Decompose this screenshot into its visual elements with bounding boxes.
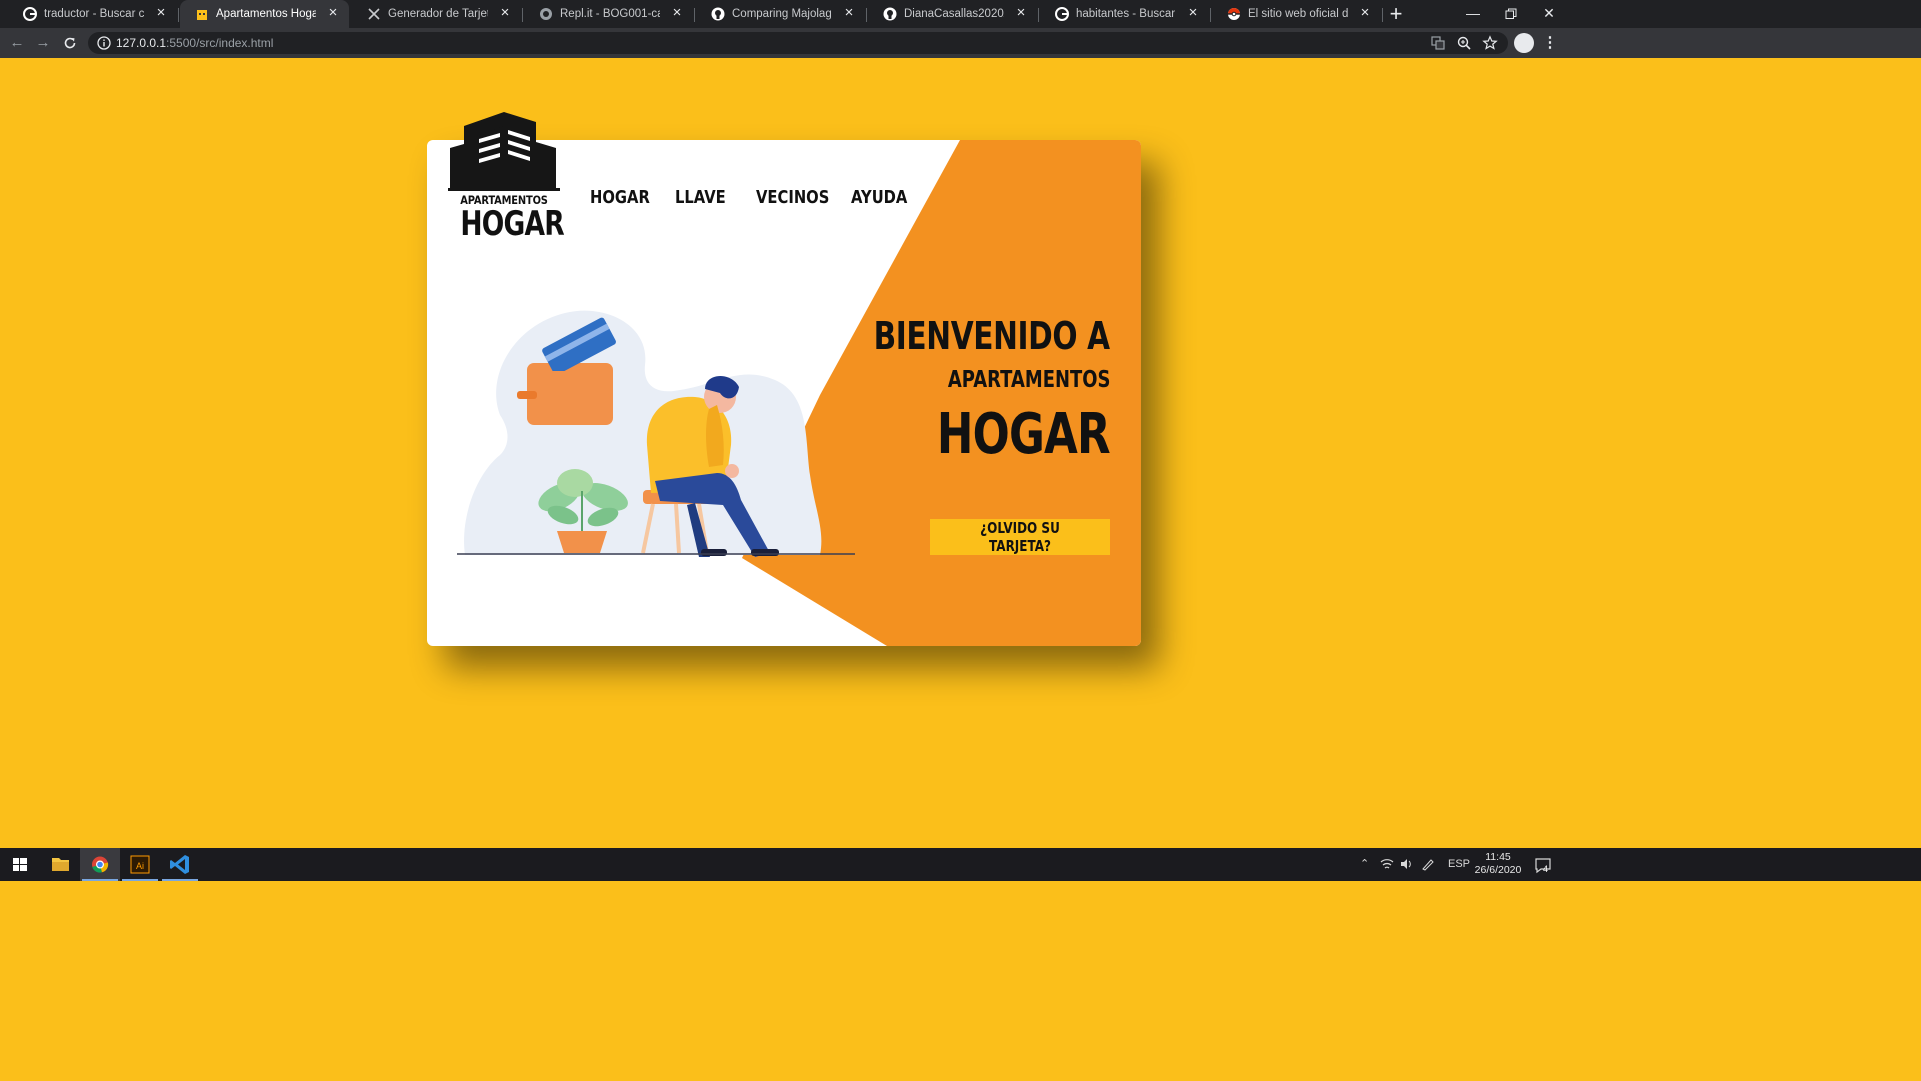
- tab-replit[interactable]: Repl.it - BOG001-card-validation ×: [524, 0, 693, 28]
- chrome-taskbar-icon[interactable]: [80, 848, 120, 881]
- tab-divider: [522, 8, 523, 22]
- tab-close-icon[interactable]: ×: [324, 4, 342, 22]
- forgot-card-label: ¿OLVIDO SU TARJETA?: [980, 519, 1060, 555]
- hero-heading-line2: APARTAMENTOS: [947, 367, 1110, 393]
- pokeball-icon: [1228, 8, 1240, 20]
- forward-icon[interactable]: →: [33, 33, 53, 53]
- github-icon: [883, 7, 897, 21]
- tab-close-icon[interactable]: ×: [840, 4, 858, 22]
- building-icon: [197, 10, 207, 20]
- svg-text:Ai: Ai: [136, 861, 144, 871]
- url-host: 127.0.0.1: [116, 36, 167, 50]
- show-hidden-icons-chevron-icon[interactable]: ⌃: [1360, 857, 1369, 871]
- tab-traductor[interactable]: traductor - Buscar con Google ×: [8, 0, 177, 28]
- tab-title: Comparing Majolag:master: [732, 8, 832, 20]
- tab-title: El sitio web oficial de Pokémon: [1248, 8, 1348, 20]
- tab-divider: [1210, 8, 1211, 22]
- back-icon[interactable]: ←: [7, 33, 27, 53]
- tab-generador-tarjeta[interactable]: Generador de Tarjeta de Crédito ×: [352, 0, 521, 28]
- language-indicator[interactable]: ESP: [1448, 857, 1470, 871]
- tab-title: traductor - Buscar con Google: [44, 8, 144, 20]
- start-button[interactable]: [0, 848, 40, 881]
- forgot-card-button[interactable]: ¿OLVIDO SU TARJETA?: [930, 519, 1110, 555]
- tab-divider: [1382, 8, 1383, 22]
- tab-close-icon[interactable]: ×: [668, 4, 686, 22]
- url-text[interactable]: 127.0.0.1:5500/src/index.html: [116, 35, 273, 51]
- replit-icon: [540, 8, 552, 20]
- close-window-icon[interactable]: ✕: [1526, 0, 1572, 28]
- tab-close-icon[interactable]: ×: [1356, 4, 1374, 22]
- browser-toolbar: ← → 127.0.0.1:5500/src/index.html ⋮: [0, 28, 1921, 58]
- address-bar[interactable]: 127.0.0.1:5500/src/index.html: [88, 32, 1508, 54]
- tab-title: Generador de Tarjeta de Crédito: [388, 8, 488, 20]
- browser-menu-icon[interactable]: ⋮: [1540, 33, 1560, 53]
- tab-divider: [694, 8, 695, 22]
- profile-avatar[interactable]: [1514, 33, 1534, 53]
- tab-comparing-majolag[interactable]: Comparing Majolag:master ×: [696, 0, 865, 28]
- bookmark-star-icon[interactable]: [1482, 35, 1498, 51]
- tab-close-icon[interactable]: ×: [1184, 4, 1202, 22]
- tab-habitantes[interactable]: habitantes - Buscar con Google ×: [1040, 0, 1209, 28]
- tab-divider: [866, 8, 867, 22]
- tab-apartamentos-hogar[interactable]: Apartamentos Hogar ×: [180, 0, 349, 28]
- nav-link-vecinos[interactable]: VECINOS: [756, 186, 829, 210]
- zoom-icon[interactable]: [1456, 35, 1472, 51]
- translate-icon[interactable]: [1430, 35, 1446, 51]
- reload-icon[interactable]: [60, 33, 80, 53]
- notification-count: 4: [1543, 864, 1549, 874]
- volume-icon[interactable]: [1399, 857, 1413, 875]
- network-icon[interactable]: [1380, 857, 1394, 875]
- windows-taskbar: Ai ⌃ ESP 11:45 26/6/2020 4: [0, 848, 1921, 881]
- github-icon: [711, 7, 725, 21]
- tab-close-icon[interactable]: ×: [152, 4, 170, 22]
- tab-dianacasallas[interactable]: DianaCasallas2020/BOG001 ×: [868, 0, 1037, 28]
- illustrator-taskbar-icon[interactable]: Ai: [120, 848, 160, 881]
- logo-title: HOGAR: [460, 204, 564, 244]
- info-icon[interactable]: [97, 36, 111, 50]
- google-icon: [1055, 7, 1069, 21]
- clock-date: 26/6/2020: [1474, 864, 1522, 876]
- tools-icon: [368, 8, 380, 20]
- pen-icon[interactable]: [1421, 857, 1435, 875]
- action-center-icon[interactable]: 4: [1534, 856, 1552, 878]
- tab-title: Repl.it - BOG001-card-validation: [560, 8, 660, 20]
- building-logo-icon: [448, 112, 560, 191]
- tab-pokemon[interactable]: El sitio web oficial de Pokémon ×: [1212, 0, 1381, 28]
- nav-link-llave[interactable]: LLAVE: [675, 186, 726, 210]
- vscode-taskbar-icon[interactable]: [160, 848, 200, 881]
- tab-title: DianaCasallas2020/BOG001: [904, 8, 1004, 20]
- tab-close-icon[interactable]: ×: [496, 4, 514, 22]
- tab-divider: [178, 8, 179, 22]
- browser-tab-strip: traductor - Buscar con Google × Apartame…: [0, 0, 1921, 28]
- tab-divider: [1038, 8, 1039, 22]
- hero-heading-line1: BIENVENIDO A: [873, 314, 1110, 358]
- nav-link-ayuda[interactable]: AYUDA: [851, 186, 907, 210]
- new-tab-button[interactable]: +: [1385, 3, 1407, 25]
- taskbar-clock[interactable]: 11:45 26/6/2020: [1470, 851, 1526, 877]
- nav-link-hogar[interactable]: HOGAR: [590, 186, 650, 210]
- tab-title: habitantes - Buscar con Google: [1076, 8, 1176, 20]
- tab-title: Apartamentos Hogar: [216, 8, 316, 20]
- tab-close-icon[interactable]: ×: [1012, 4, 1030, 22]
- clock-time: 11:45: [1485, 851, 1511, 863]
- url-path: :5500/src/index.html: [166, 36, 274, 50]
- hero-heading-line3: HOGAR: [936, 402, 1111, 467]
- logo[interactable]: APARTAMENTOS HOGAR: [448, 112, 565, 244]
- google-icon: [23, 7, 37, 21]
- hero-illustration: [457, 310, 855, 557]
- windows-logo-icon: [13, 858, 27, 871]
- file-explorer-icon[interactable]: [40, 848, 80, 881]
